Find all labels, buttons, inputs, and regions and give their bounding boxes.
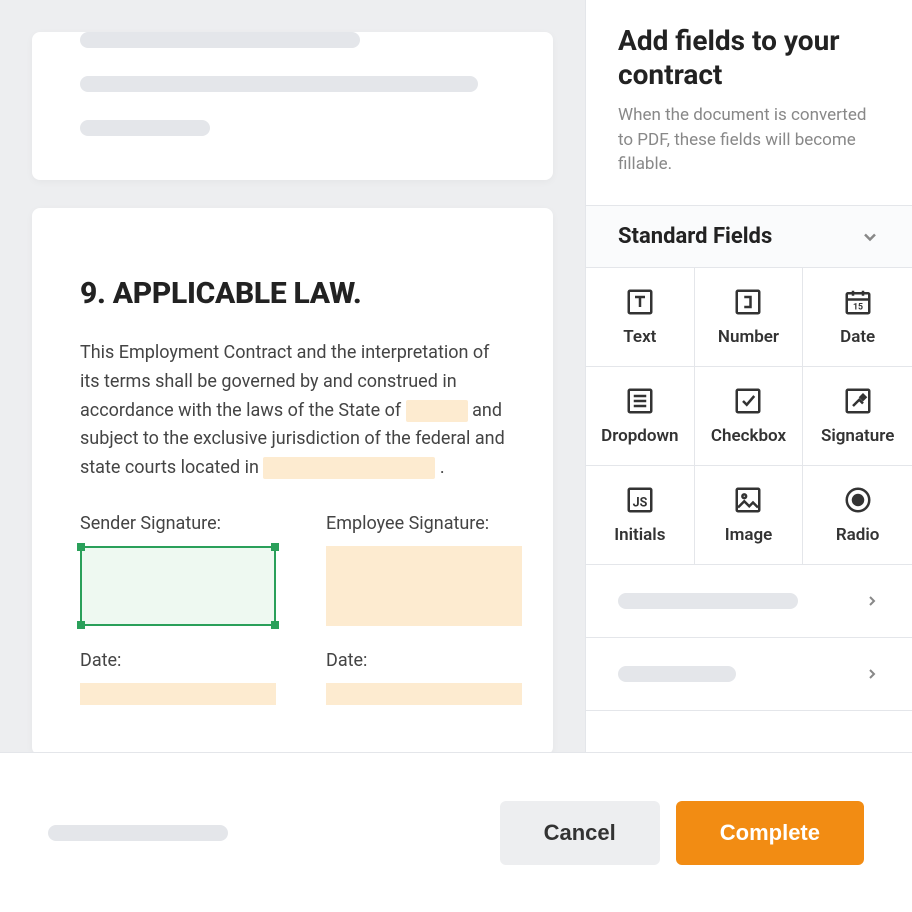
field-date[interactable]: 15 Date: [803, 268, 912, 367]
panel-description: When the document is converted to PDF, t…: [618, 103, 880, 177]
resize-handle[interactable]: [271, 543, 279, 551]
date-field-icon: 15: [843, 287, 873, 317]
section-title: Standard Fields: [618, 224, 772, 249]
field-initials[interactable]: JS Initials: [586, 466, 695, 565]
date-field[interactable]: [80, 683, 276, 705]
number-field-icon: [733, 287, 763, 317]
field-signature[interactable]: Signature: [803, 367, 912, 466]
field-text[interactable]: Text: [586, 268, 695, 367]
document-card-placeholder: [32, 32, 553, 180]
dropdown-field-icon: [625, 386, 655, 416]
chevron-down-icon: [860, 227, 880, 247]
resize-handle[interactable]: [271, 621, 279, 629]
field-label: Signature: [821, 426, 894, 446]
footer-bar: Cancel Complete: [0, 752, 912, 912]
field-checkbox[interactable]: Checkbox: [695, 367, 804, 466]
text-field-icon: [625, 287, 655, 317]
section-heading: 9. APPLICABLE LAW.: [80, 276, 505, 311]
field-image[interactable]: Image: [695, 466, 804, 565]
field-label: Date: [840, 327, 875, 347]
svg-text:JS: JS: [632, 495, 647, 510]
date-label: Date:: [326, 650, 522, 671]
radio-field-icon: [843, 485, 873, 515]
document-card: 9. APPLICABLE LAW. This Employment Contr…: [32, 208, 553, 752]
employee-signature-field[interactable]: [326, 546, 522, 626]
inline-fill-field[interactable]: [263, 457, 435, 479]
employee-signature-label: Employee Signature:: [326, 513, 522, 534]
fields-side-panel: Add fields to your contract When the doc…: [585, 0, 912, 752]
cancel-button[interactable]: Cancel: [500, 801, 660, 865]
body-text: .: [435, 457, 444, 478]
section-body: This Employment Contract and the interpr…: [80, 339, 505, 483]
date-label: Date:: [80, 650, 276, 671]
field-label: Dropdown: [601, 426, 678, 446]
initials-field-icon: JS: [625, 485, 655, 515]
inline-fill-field[interactable]: [406, 400, 468, 422]
field-label: Text: [623, 327, 656, 347]
skeleton-line: [80, 120, 210, 136]
skeleton-line: [618, 666, 736, 682]
image-field-icon: [733, 485, 763, 515]
field-label: Radio: [836, 525, 880, 545]
signature-field-icon: [843, 386, 873, 416]
sender-signature-field-selected[interactable]: [80, 546, 276, 626]
field-radio[interactable]: Radio: [803, 466, 912, 565]
field-label: Initials: [614, 525, 665, 545]
chevron-right-icon: [864, 593, 880, 609]
field-label: Number: [718, 327, 779, 347]
standard-fields-header[interactable]: Standard Fields: [586, 205, 912, 268]
collapsed-section[interactable]: [586, 638, 912, 711]
field-dropdown[interactable]: Dropdown: [586, 367, 695, 466]
date-field[interactable]: [326, 683, 522, 705]
panel-title: Add fields to your contract: [618, 24, 880, 91]
chevron-right-icon: [864, 666, 880, 682]
skeleton-line: [80, 32, 360, 48]
field-label: Image: [725, 525, 773, 545]
svg-text:15: 15: [853, 303, 863, 313]
standard-fields-grid: Text Number 15 Date Dropdown Checkbox Si…: [586, 268, 912, 565]
skeleton-line: [80, 76, 478, 92]
sender-signature-label: Sender Signature:: [80, 513, 276, 534]
complete-button[interactable]: Complete: [676, 801, 864, 865]
field-number[interactable]: Number: [695, 268, 804, 367]
skeleton-line: [48, 825, 228, 841]
resize-handle[interactable]: [77, 543, 85, 551]
resize-handle[interactable]: [77, 621, 85, 629]
skeleton-line: [618, 593, 798, 609]
field-label: Checkbox: [711, 426, 786, 446]
checkbox-field-icon: [733, 386, 763, 416]
collapsed-section[interactable]: [586, 565, 912, 638]
document-canvas: 9. APPLICABLE LAW. This Employment Contr…: [0, 0, 585, 752]
